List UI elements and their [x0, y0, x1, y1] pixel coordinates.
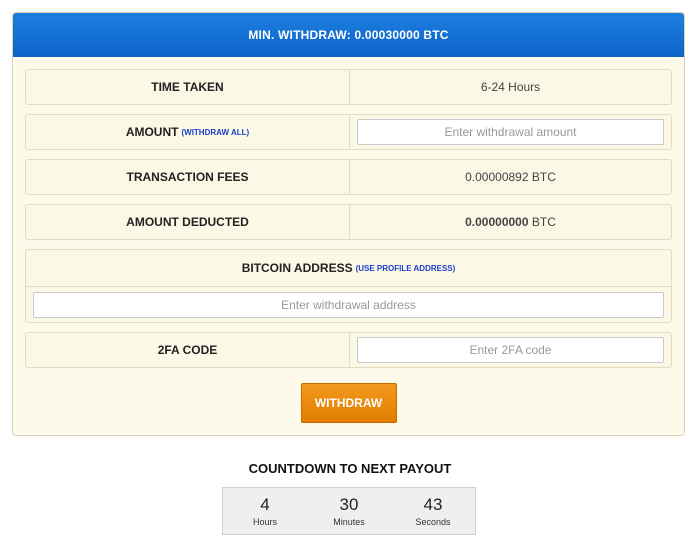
- minutes-value: 30: [339, 494, 359, 514]
- seconds-label: Seconds: [415, 516, 451, 527]
- address-input[interactable]: [33, 292, 664, 318]
- address-block: BITCOIN ADDRESS (USE PROFILE ADDRESS): [25, 249, 672, 323]
- deducted-row: AMOUNT DEDUCTED 0.00000000 BTC: [25, 204, 672, 240]
- twofa-row: 2FA CODE: [25, 332, 672, 368]
- use-profile-address-link[interactable]: (USE PROFILE ADDRESS): [356, 264, 456, 273]
- deducted-value: 0.00000000: [465, 215, 529, 229]
- panel-header: MIN. WITHDRAW: 0.00030000 BTC: [13, 13, 684, 57]
- countdown-hours: 4 Hours: [223, 488, 307, 534]
- amount-input-cell: [350, 115, 671, 149]
- fees-row: TRANSACTION FEES 0.00000892 BTC: [25, 159, 672, 195]
- address-label: BITCOIN ADDRESS: [241, 261, 353, 275]
- seconds-value: 43: [423, 494, 443, 514]
- address-label-cell: BITCOIN ADDRESS (USE PROFILE ADDRESS): [26, 250, 671, 287]
- fees-value: 0.00000892 BTC: [465, 170, 556, 184]
- countdown-box: 4 Hours 30 Minutes 43 Seconds: [222, 487, 476, 535]
- time-taken-label: TIME TAKEN: [26, 70, 350, 104]
- fees-label: TRANSACTION FEES: [26, 160, 350, 194]
- panel-body: TIME TAKEN 6-24 Hours AMOUNT (WITHDRAW A…: [13, 57, 684, 435]
- withdraw-all-link[interactable]: (WITHDRAW ALL): [181, 128, 249, 137]
- amount-row: AMOUNT (WITHDRAW ALL): [25, 114, 672, 150]
- amount-input[interactable]: [357, 119, 664, 145]
- amount-label-cell: AMOUNT (WITHDRAW ALL): [26, 115, 350, 149]
- deducted-label: AMOUNT DEDUCTED: [26, 205, 350, 239]
- button-wrap: WITHDRAW: [25, 377, 672, 425]
- countdown-title: COUNTDOWN TO NEXT PAYOUT: [248, 461, 452, 476]
- minutes-label: Minutes: [333, 516, 365, 527]
- twofa-label: 2FA CODE: [26, 333, 350, 367]
- hours-label: Hours: [252, 516, 277, 527]
- address-input-cell: [26, 287, 671, 323]
- countdown-minutes: 30 Minutes: [307, 488, 391, 534]
- withdraw-button[interactable]: WITHDRAW: [300, 383, 397, 423]
- withdraw-panel: MIN. WITHDRAW: 0.00030000 BTC TIME TAKEN…: [12, 12, 685, 436]
- twofa-input-cell: [350, 333, 671, 367]
- time-taken-row: TIME TAKEN 6-24 Hours: [25, 69, 672, 105]
- twofa-input[interactable]: [357, 337, 664, 363]
- deducted-unit: BTC: [531, 215, 556, 229]
- deducted-value-cell: 0.00000000 BTC: [350, 205, 671, 239]
- amount-label: AMOUNT: [125, 125, 179, 139]
- min-withdraw-title: MIN. WITHDRAW: 0.00030000 BTC: [248, 28, 449, 42]
- time-taken-value: 6-24 Hours: [480, 80, 541, 94]
- hours-value: 4: [260, 494, 270, 514]
- countdown-seconds: 43 Seconds: [391, 488, 475, 534]
